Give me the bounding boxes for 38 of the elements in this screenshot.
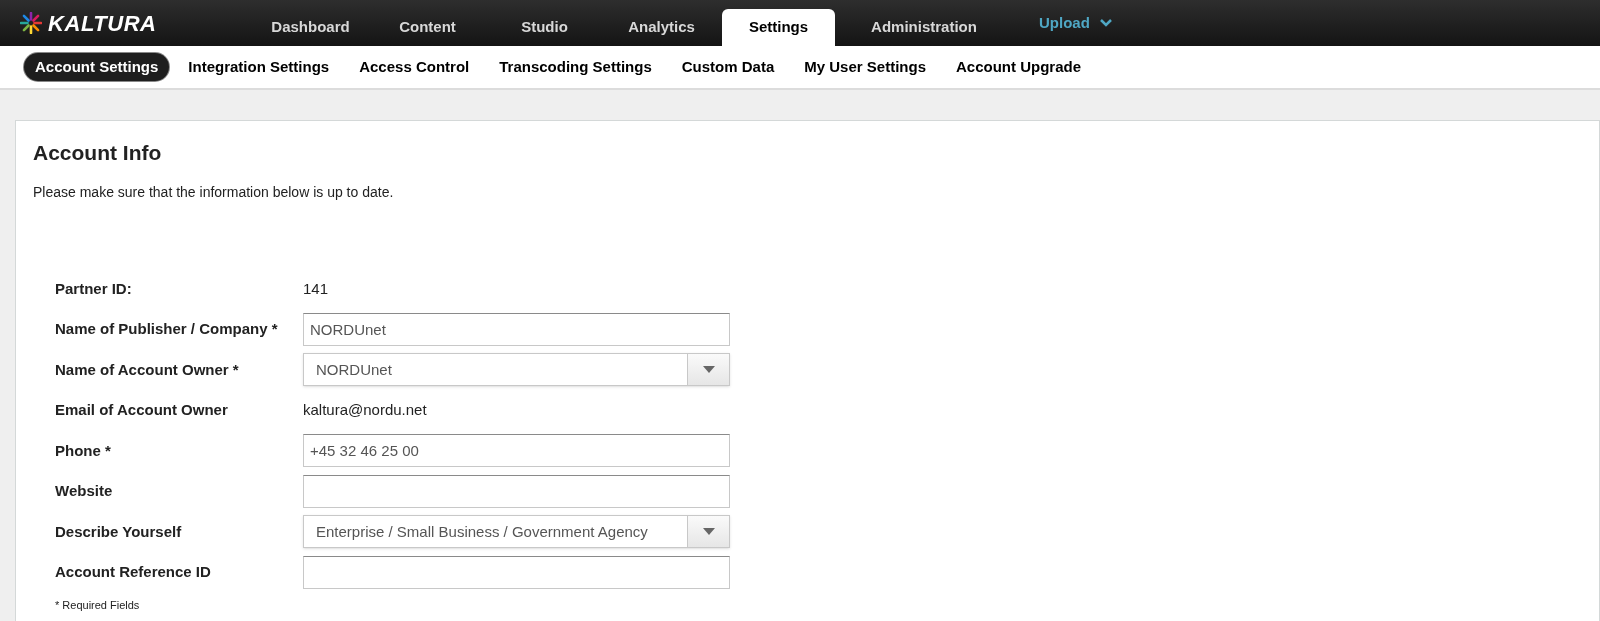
sub-nav-tab[interactable]: Account Upgrade xyxy=(945,53,1092,81)
field-label: Partner ID: xyxy=(55,278,133,299)
main-nav-tab[interactable]: Settings xyxy=(722,9,835,46)
brand-logo-text: KALTURA xyxy=(48,9,157,38)
caret-down-icon xyxy=(702,366,715,374)
field-label: Phone * xyxy=(55,440,112,461)
main-nav-tab[interactable]: Content xyxy=(371,9,484,46)
main-nav-tab[interactable]: Studio xyxy=(488,9,601,46)
main-nav-tab[interactable]: Administration xyxy=(839,9,1009,46)
sub-nav-tab[interactable]: Transcoding Settings xyxy=(488,53,663,81)
starburst-logo-icon xyxy=(20,12,42,34)
text-input-field[interactable]: NORDUnet xyxy=(303,312,730,346)
sub-nav-tab[interactable]: Access Control xyxy=(348,53,481,81)
text-input-field[interactable] xyxy=(303,474,730,508)
card-title: Account Info xyxy=(33,140,163,166)
field-label: Email of Account Owner xyxy=(55,400,229,420)
sub-nav-tab[interactable]: Account Settings xyxy=(24,53,170,81)
field-label: Describe Yourself xyxy=(55,521,183,542)
required-fields-note: * Required Fields xyxy=(55,597,141,613)
field-label: Name of Publisher / Company * xyxy=(55,319,279,339)
intro-text: Please make sure that the information below is up to date. xyxy=(33,182,395,202)
field-value: kaltura@nordu.net xyxy=(303,400,427,420)
sub-nav-tab[interactable]: My User Settings xyxy=(793,53,937,81)
dropdown-field[interactable]: Enterprise / Small Business / Government Agency xyxy=(303,515,730,549)
field-value: 141 xyxy=(303,278,329,299)
chevron-down-icon xyxy=(1099,19,1112,27)
upload-menu-button[interactable]: Upload xyxy=(1011,0,1140,46)
field-label: Name of Account Owner * xyxy=(55,359,240,380)
field-label: Website xyxy=(55,481,114,501)
text-input-field[interactable]: +45 32 46 25 00 xyxy=(303,434,730,468)
sub-nav-tab[interactable]: Custom Data xyxy=(670,53,786,81)
sub-nav-tab[interactable]: Integration Settings xyxy=(177,53,341,81)
main-nav-tab[interactable]: Dashboard xyxy=(254,9,367,46)
main-nav-tab[interactable]: Analytics xyxy=(605,9,718,46)
text-input-field[interactable] xyxy=(303,555,730,589)
caret-down-icon xyxy=(702,528,715,536)
field-label: Account Reference ID xyxy=(55,562,212,582)
dropdown-field[interactable]: NORDUnet xyxy=(303,353,730,387)
